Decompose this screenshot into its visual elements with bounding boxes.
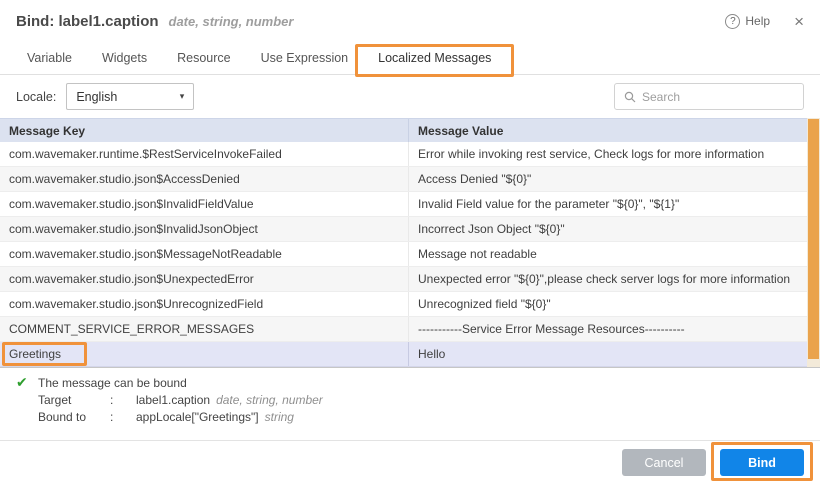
caret-down-icon: ▾ [180,91,185,102]
tab-resource[interactable]: Resource [162,42,246,74]
bind-button-wrap: Bind [720,449,804,476]
message-value-cell[interactable]: -----------Service Error Message Resourc… [408,317,820,341]
tab-localized-messages-label: Localized Messages [378,51,491,65]
message-value-cell[interactable]: Unexpected error "${0}",please check ser… [408,267,820,291]
table-row[interactable]: com.wavemaker.studio.json$InvalidJsonObj… [0,217,820,242]
column-header-message-value: Message Value [408,119,820,142]
message-value-cell[interactable]: Message not readable [408,242,820,266]
table-row[interactable]: com.wavemaker.studio.json$UnexpectedErro… [0,267,820,292]
dialog-title: Bind: label1.caption [16,13,159,30]
target-label: Target [38,393,110,407]
message-value-cell[interactable]: Invalid Field value for the parameter "$… [408,192,820,216]
message-key-cell[interactable]: com.wavemaker.studio.json$InvalidJsonObj… [0,217,408,241]
bind-button[interactable]: Bind [720,449,804,476]
tab-use-expression[interactable]: Use Expression [246,42,364,74]
tab-localized-messages[interactable]: Localized Messages [363,42,506,74]
message-value-cell[interactable]: Error while invoking rest service, Check… [408,142,820,166]
message-key-cell[interactable]: com.wavemaker.studio.json$UnrecognizedFi… [0,292,408,316]
table-row[interactable]: com.wavemaker.studio.json$UnrecognizedFi… [0,292,820,317]
table-row[interactable]: com.wavemaker.runtime.$RestServiceInvoke… [0,142,820,167]
binding-status: ✔ The message can be bound Target : labe… [16,374,323,425]
locale-select[interactable]: English ▾ [66,83,194,110]
message-key-text: Greetings [9,347,61,361]
table-scrollbar[interactable] [807,118,820,367]
close-icon[interactable]: × [794,13,804,30]
target-types: date, string, number [216,393,323,407]
header-actions: ? Help × [725,13,804,30]
footer-divider [0,440,820,441]
controls-bar: Locale: English ▾ [0,75,820,118]
bound-to-colon: : [110,410,136,424]
table-row[interactable]: com.wavemaker.studio.json$MessageNotRead… [0,242,820,267]
help-link[interactable]: Help [745,14,770,28]
help-icon[interactable]: ? [725,14,740,29]
locale-label: Locale: [16,90,56,104]
message-value-cell[interactable]: Access Denied "${0}" [408,167,820,191]
messages-table: Message Key Message Value com.wavemaker.… [0,118,820,368]
message-key-cell[interactable]: COMMENT_SERVICE_ERROR_MESSAGES [0,317,408,341]
search-icon [624,91,636,103]
message-value-cell[interactable]: Hello [408,342,820,366]
status-text: The message can be bound [38,376,187,390]
table-row[interactable]: com.wavemaker.studio.json$InvalidFieldVa… [0,192,820,217]
dialog-actions: Cancel Bind [622,449,804,476]
dialog-header: Bind: label1.caption date, string, numbe… [0,0,820,42]
dialog-subtitle: date, string, number [169,14,294,29]
tab-widgets[interactable]: Widgets [87,42,162,74]
bind-dialog: Bind: label1.caption date, string, numbe… [0,0,820,486]
bound-to-type: string [265,410,294,424]
table-header-row: Message Key Message Value [0,119,820,142]
table-row[interactable]: com.wavemaker.studio.json$AccessDenied A… [0,167,820,192]
search-box[interactable] [614,83,804,110]
message-key-cell[interactable]: com.wavemaker.studio.json$MessageNotRead… [0,242,408,266]
message-value-cell[interactable]: Unrecognized field "${0}" [408,292,820,316]
message-key-cell[interactable]: com.wavemaker.studio.json$UnexpectedErro… [0,267,408,291]
column-header-message-key: Message Key [0,124,408,138]
message-key-cell[interactable]: com.wavemaker.studio.json$InvalidFieldVa… [0,192,408,216]
cancel-button[interactable]: Cancel [622,449,706,476]
table-row-selected[interactable]: Greetings Hello [0,342,820,367]
table-row[interactable]: COMMENT_SERVICE_ERROR_MESSAGES ---------… [0,317,820,342]
tab-variable[interactable]: Variable [12,42,87,74]
bound-to-label: Bound to [38,410,110,424]
check-icon: ✔ [16,374,38,391]
locale-selected-value: English [76,90,117,104]
target-colon: : [110,393,136,407]
message-value-cell[interactable]: Incorrect Json Object "${0}" [408,217,820,241]
scrollbar-thumb[interactable] [808,119,819,359]
bound-to-value: appLocale["Greetings"] [136,410,259,424]
message-key-cell[interactable]: com.wavemaker.studio.json$AccessDenied [0,167,408,191]
message-key-cell[interactable]: com.wavemaker.runtime.$RestServiceInvoke… [0,142,408,166]
message-key-cell[interactable]: Greetings [0,342,408,366]
target-value: label1.caption [136,393,210,407]
tab-bar: Variable Widgets Resource Use Expression… [0,42,820,75]
search-input[interactable] [642,90,794,104]
